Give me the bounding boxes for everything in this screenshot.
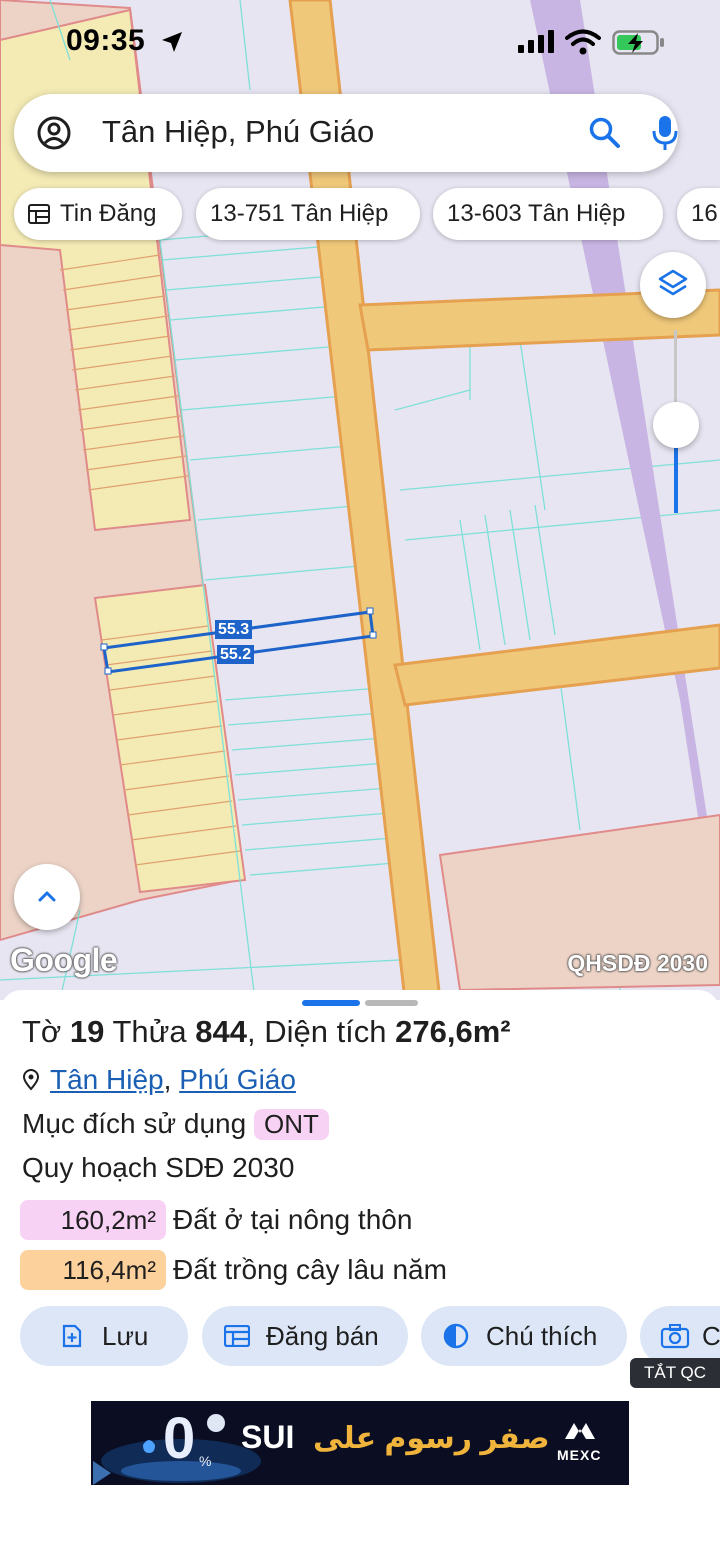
camera-label: C [702, 1321, 720, 1351]
chip-label: Tin Đăng [60, 200, 157, 227]
save-button[interactable]: Lưu [20, 1306, 188, 1366]
parcel-location: Tân Hiệp, Phú Giáo [22, 1064, 296, 1096]
zone-description: Đất trồng cây lâu năm [173, 1254, 447, 1285]
ad-arabic-text: صفر رسوم على [313, 1422, 550, 1455]
chip-parcel[interactable]: 13-603 Tân Hiệp [433, 188, 663, 240]
status-bar: 09:35 [0, 0, 720, 86]
cellular-signal-icon [518, 30, 554, 53]
ad-percent: % [199, 1453, 212, 1469]
chip-listings[interactable]: Tin Đăng [14, 188, 182, 240]
add-file-icon [62, 1324, 82, 1348]
clock: 09:35 [66, 24, 146, 57]
sheet-handle-secondary[interactable] [365, 1000, 418, 1006]
ad-brand-text: SUI [241, 1419, 295, 1455]
land-use-purpose: Mục đích sử dụng ONT [22, 1108, 329, 1140]
camera-icon [660, 1324, 690, 1349]
edge-length-label: 55.2 [217, 645, 255, 664]
location-arrow-icon [162, 32, 182, 52]
listing-icon [28, 204, 50, 224]
zone-description: Đất ở tại nông thôn [173, 1204, 413, 1235]
location-link-commune[interactable]: Tân Hiệp [50, 1064, 164, 1095]
opacity-slider-thumb[interactable] [653, 402, 699, 448]
wifi-icon [565, 29, 601, 55]
ad-banner[interactable]: 0 % SUI صفر رسوم على MEXC [91, 1401, 629, 1485]
hide-ads-button[interactable]: TẮT QC [630, 1358, 720, 1388]
chevron-up-icon [38, 891, 56, 902]
legend-button[interactable]: Chú thích [421, 1306, 627, 1366]
sheet-handle[interactable] [302, 1000, 360, 1006]
zone-area-badge: 160,2m² [20, 1200, 166, 1240]
post-listing-label: Đăng bán [266, 1321, 379, 1351]
chip-parcel[interactable]: 16 [677, 188, 720, 240]
layers-button[interactable] [640, 252, 706, 318]
account-icon[interactable] [36, 115, 72, 151]
edge-length-label: 55.3 [215, 620, 253, 639]
expand-up-button[interactable] [14, 864, 80, 930]
location-separator: , [163, 1064, 172, 1095]
zone-area-badge: 116,4m² [20, 1250, 166, 1290]
camera-button[interactable]: C [640, 1306, 720, 1366]
legend-label: Chú thích [486, 1321, 598, 1351]
chip-label: 16 [691, 200, 718, 227]
battery-charging-icon [612, 30, 664, 55]
location-pin-icon [22, 1069, 40, 1091]
location-link-district[interactable]: Phú Giáo [179, 1064, 296, 1095]
search-input[interactable]: Tân Hiệp, Phú Giáo [102, 114, 374, 150]
post-listing-button[interactable]: Đăng bán [202, 1306, 408, 1366]
legend-contrast-icon [443, 1323, 469, 1349]
chip-label: 13-751 Tân Hiệp [210, 200, 389, 227]
ad-zero: 0 [163, 1406, 196, 1471]
chip-label: 13-603 Tân Hiệp [447, 200, 626, 227]
layers-icon [658, 269, 688, 296]
google-attribution: Google [10, 942, 118, 978]
listing-icon [224, 1325, 250, 1347]
search-icon[interactable] [588, 116, 622, 150]
save-label: Lưu [102, 1321, 149, 1351]
chip-parcel[interactable]: 13-751 Tân Hiệp [196, 188, 420, 240]
ad-logo-text: MEXC [557, 1447, 602, 1463]
microphone-icon[interactable] [650, 114, 680, 152]
mexc-logo-icon [565, 1423, 595, 1439]
parcel-info-sheet[interactable]: Tờ 19 Thửa 844, Diện tích 276,6m² Tân Hi… [0, 990, 720, 1557]
plan-title: Quy hoạch SDĐ 2030 [22, 1152, 295, 1183]
search-bar[interactable]: Tân Hiệp, Phú Giáo [14, 94, 678, 172]
parcel-title: Tờ 19 Thửa 844, Diện tích 276,6m² [22, 1014, 511, 1049]
plan-layer-label: QHSDĐ 2030 [567, 950, 708, 976]
purpose-code-badge: ONT [253, 1109, 329, 1140]
